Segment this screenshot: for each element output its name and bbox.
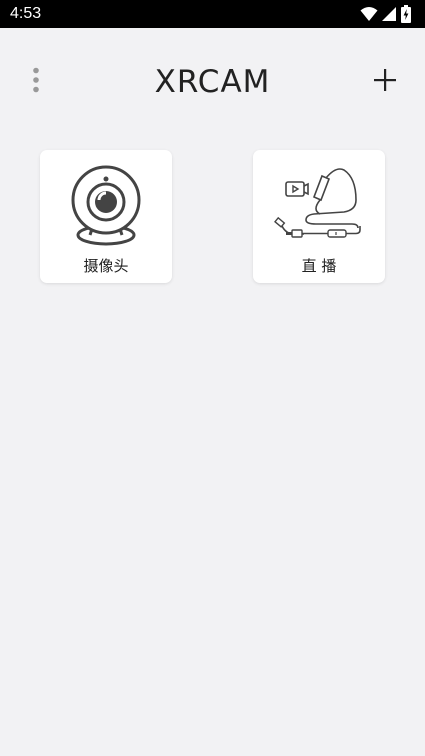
- webcam-icon: [40, 162, 172, 250]
- live-card-label: 直 播: [301, 257, 337, 275]
- status-time: 4:53: [10, 5, 42, 22]
- app-title: XRCAM: [154, 64, 271, 100]
- status-bar: 4:53: [0, 0, 425, 28]
- camera-card-label: 摄像头: [83, 257, 129, 275]
- status-icons: [360, 5, 411, 23]
- battery-charging-icon: [401, 5, 411, 23]
- add-button[interactable]: [371, 68, 399, 96]
- live-stream-cable-icon: [253, 162, 385, 246]
- plus-icon: [373, 68, 397, 96]
- camera-card[interactable]: 摄像头: [40, 150, 172, 283]
- cellular-signal-icon: [382, 6, 397, 22]
- wifi-icon: [360, 6, 378, 22]
- live-card[interactable]: 直 播: [253, 150, 385, 283]
- app-bar: XRCAM: [0, 28, 425, 132]
